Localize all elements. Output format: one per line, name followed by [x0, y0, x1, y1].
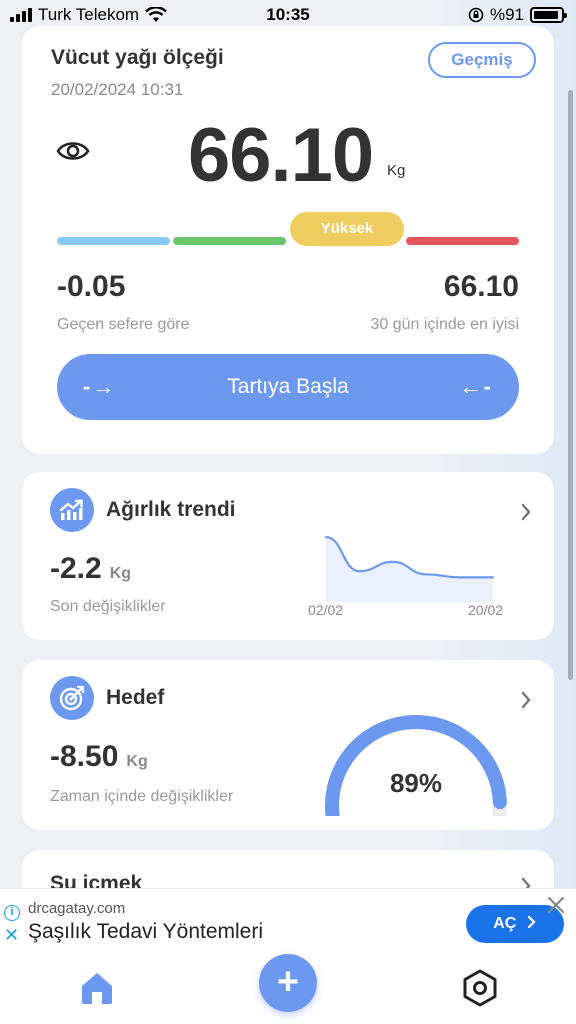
start-weighing-label: Tartıya Başla	[227, 375, 349, 398]
arrow-right-icon: -→	[83, 374, 117, 399]
close-icon[interactable]	[546, 895, 566, 915]
ad-info-icon[interactable]: i	[4, 905, 20, 921]
arrow-left-icon: ←-	[459, 374, 493, 399]
trend-up-icon	[50, 488, 94, 532]
goal-subtitle: Zaman içinde değişiklikler	[50, 788, 234, 805]
trend-unit: Kg	[109, 565, 132, 582]
ad-headline[interactable]: Şaşılık Tedavi Yöntemleri	[28, 920, 263, 944]
measurement-date: 20/02/2024 10:31	[51, 80, 184, 99]
goal-card[interactable]: Hedef -8.50 Kg Zaman içinde değişiklikler…	[22, 660, 554, 830]
status-right: %91	[468, 5, 567, 25]
trend-value-row: -2.2 Kg	[50, 552, 131, 586]
goal-progress-gauge	[325, 715, 507, 816]
battery-icon	[530, 7, 567, 23]
goal-percent: 89%	[389, 768, 443, 798]
x-tick-start: 02/02	[308, 602, 344, 618]
ad-banner[interactable]: i ✕ drcagatay.com Şaşılık Tedavi Yönteml…	[0, 888, 576, 956]
best-label: 30 gün içinde en iyisi	[370, 316, 519, 333]
orientation-lock-icon	[468, 7, 484, 23]
bottom-nav: +	[0, 954, 576, 1024]
trend-area	[326, 537, 493, 602]
change-label: Geçen sefere göre	[57, 316, 190, 333]
eye-icon[interactable]	[56, 138, 90, 164]
body-fat-scale-card: Vücut yağı ölçeği 20/02/2024 10:31 Geçmi…	[22, 26, 554, 454]
history-button[interactable]: Geçmiş	[428, 42, 536, 78]
level-segment-low	[57, 237, 170, 245]
chevron-right-icon	[527, 915, 536, 929]
trend-subtitle: Son değişiklikler	[50, 598, 166, 615]
best-value: 66.10	[443, 270, 519, 303]
weight-trend-card[interactable]: Ağırlık trendi -2.2 Kg Son değişiklikler …	[22, 472, 554, 640]
chevron-right-icon[interactable]	[520, 690, 532, 710]
weight-trend-chart	[324, 536, 495, 602]
battery-percent: %91	[489, 5, 524, 24]
ad-choices-close-icon[interactable]: ✕	[4, 925, 19, 946]
level-segment-very-high	[406, 237, 519, 245]
x-tick-end: 20/02	[468, 602, 504, 618]
weight-unit: Kg	[387, 162, 406, 179]
weight-value: 66.10	[188, 113, 374, 198]
scroll-indicator[interactable]	[568, 90, 573, 680]
trend-value: -2.2	[50, 552, 102, 585]
level-segment-normal	[173, 237, 286, 245]
settings-hexagon-icon[interactable]	[460, 968, 500, 1008]
chevron-right-icon[interactable]	[520, 502, 532, 522]
goal-unit: Kg	[126, 753, 148, 770]
level-badge: Yüksek	[290, 212, 404, 246]
target-icon	[50, 676, 94, 720]
goal-value-row: -8.50 Kg	[50, 740, 148, 774]
trend-title: Ağırlık trendi	[106, 498, 236, 521]
home-icon[interactable]	[78, 970, 116, 1006]
ad-open-label: AÇ	[493, 915, 517, 932]
goal-value: -8.50	[50, 740, 119, 773]
goal-title: Hedef	[106, 686, 165, 709]
add-button[interactable]: +	[259, 954, 317, 1012]
page-title: Vücut yağı ölçeği	[51, 46, 224, 69]
ad-domain: drcagatay.com	[28, 900, 126, 917]
start-weighing-button[interactable]: -→ Tartıya Başla ←-	[57, 354, 519, 420]
change-value: -0.05	[57, 270, 126, 303]
